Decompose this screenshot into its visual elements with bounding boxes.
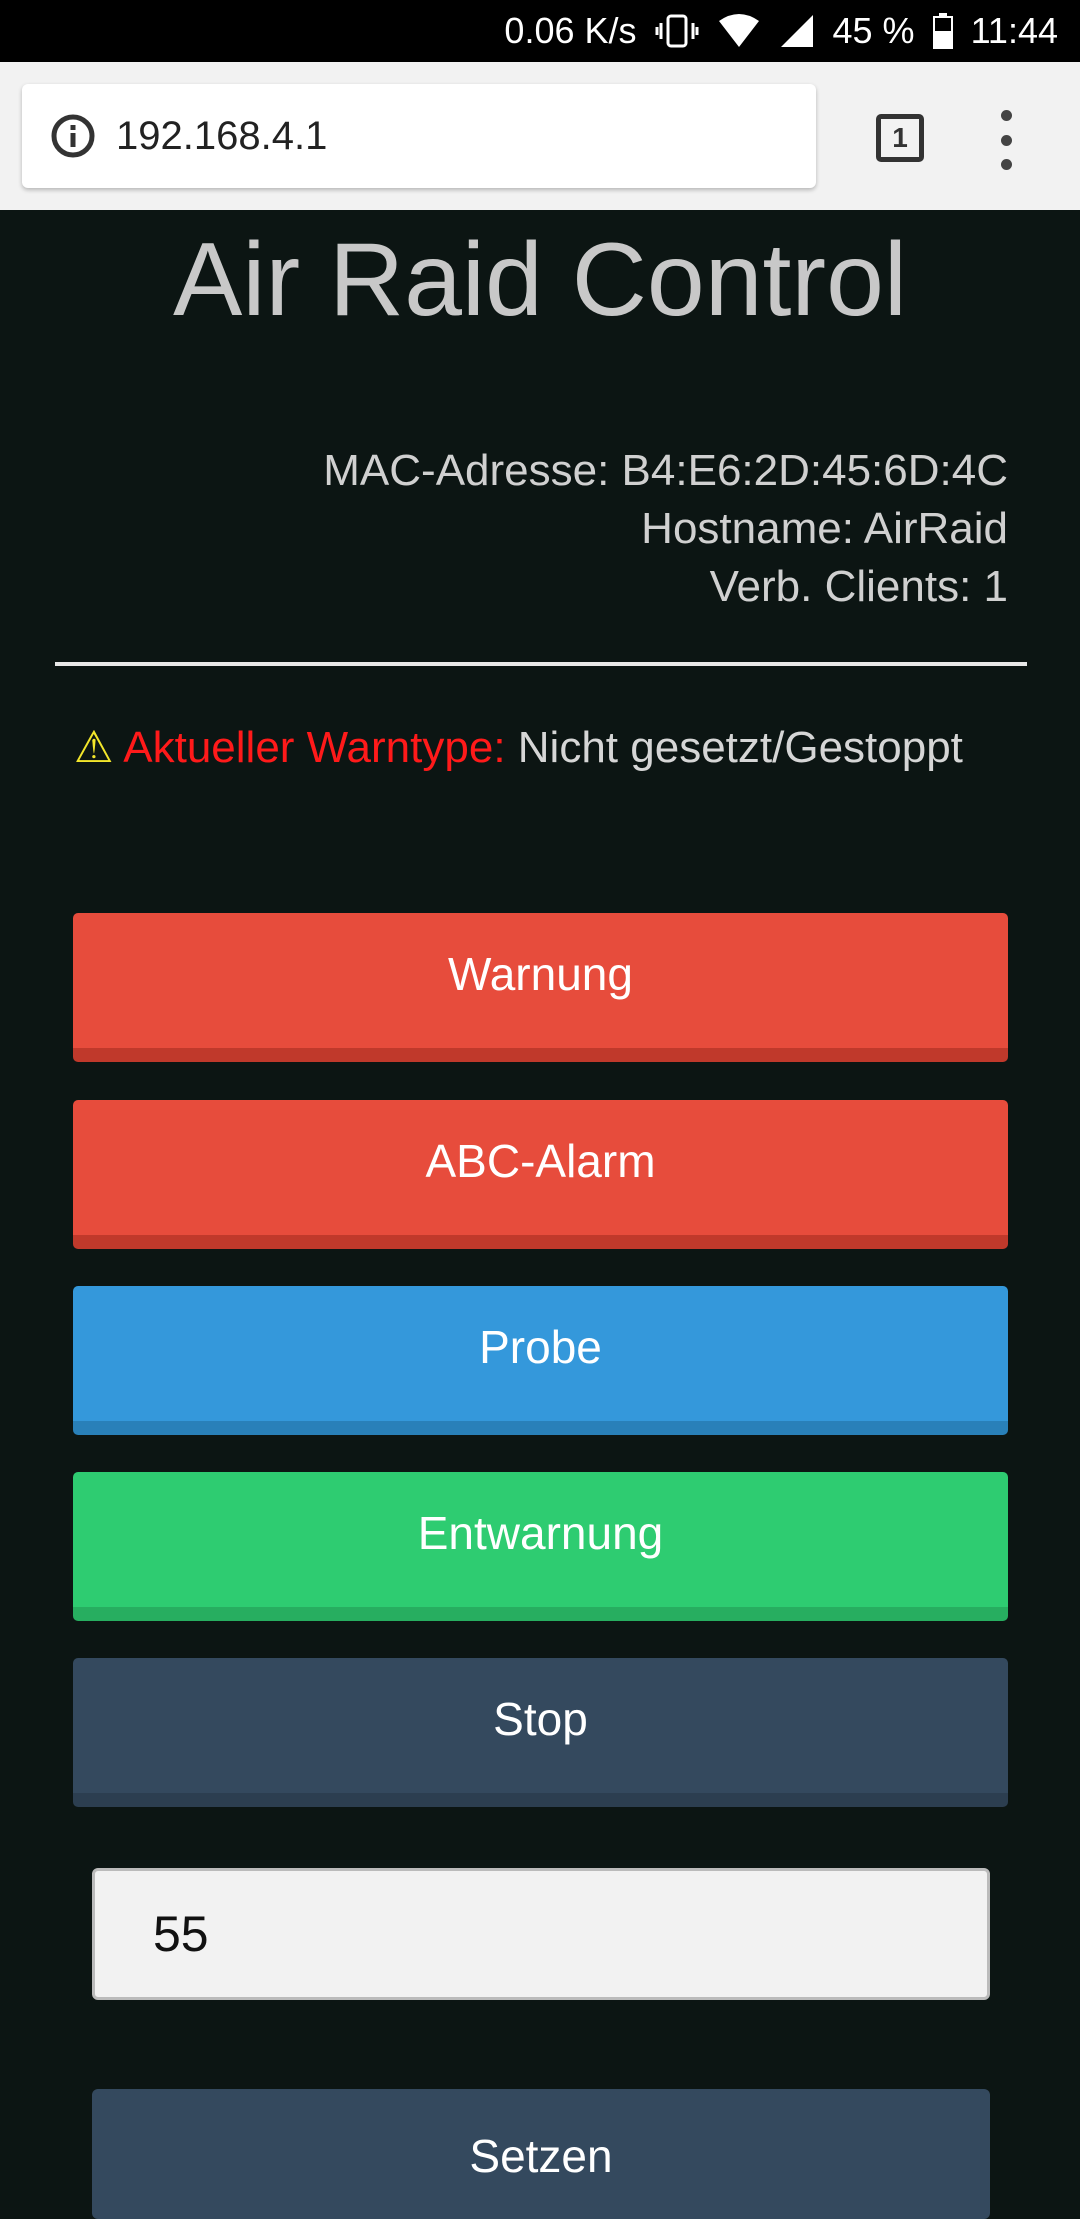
page-content: Air Raid Control MAC-Adresse: B4:E6:2D:4… xyxy=(0,210,1080,772)
hostname: Hostname: AirRaid xyxy=(641,504,1008,553)
device-info: MAC-Adresse: B4:E6:2D:45:6D:4C Hostname:… xyxy=(323,442,1008,616)
divider xyxy=(55,662,1027,666)
address-bar[interactable]: 192.168.4.1 xyxy=(22,84,816,188)
battery-percent: 45 % xyxy=(832,10,915,51)
wifi-icon xyxy=(717,13,761,49)
abc-alarm-button[interactable]: ABC-Alarm xyxy=(73,1100,1008,1249)
warning-icon: ⚠ xyxy=(74,723,114,772)
info-icon[interactable] xyxy=(50,113,96,159)
setzen-button[interactable]: Setzen xyxy=(92,2089,990,2219)
page-title: Air Raid Control xyxy=(172,222,908,338)
connected-clients: Verb. Clients: 1 xyxy=(709,562,1008,611)
stop-button[interactable]: Stop xyxy=(73,1658,1008,1807)
battery-icon xyxy=(932,13,953,49)
probe-button[interactable]: Probe xyxy=(73,1286,1008,1435)
cell-signal-icon xyxy=(779,13,815,49)
mac-address: MAC-Adresse: B4:E6:2D:45:6D:4C xyxy=(323,446,1008,495)
warning-value: Nicht gesetzt/Gestoppt xyxy=(517,723,963,772)
url-text[interactable]: 192.168.4.1 xyxy=(116,114,327,159)
warnung-button[interactable]: Warnung xyxy=(73,913,1008,1062)
warning-label: Aktueller Warntype: xyxy=(123,723,506,772)
current-warning-status: ⚠ Aktueller Warntype: Nicht gesetzt/Gest… xyxy=(74,720,974,776)
tab-count: 1 xyxy=(892,122,908,153)
network-speed: 0.06 K/s xyxy=(504,10,637,51)
browser-toolbar: 192.168.4.1 1 xyxy=(0,62,1080,210)
value-input[interactable] xyxy=(92,1868,990,2000)
overflow-menu-icon[interactable] xyxy=(996,110,1016,170)
tab-switcher-button[interactable]: 1 xyxy=(876,114,924,162)
status-bar: 0.06 K/s 45 % 11:44 xyxy=(0,0,1080,62)
clock: 11:44 xyxy=(970,10,1058,51)
entwarnung-button[interactable]: Entwarnung xyxy=(73,1472,1008,1621)
vibrate-icon xyxy=(655,13,699,49)
